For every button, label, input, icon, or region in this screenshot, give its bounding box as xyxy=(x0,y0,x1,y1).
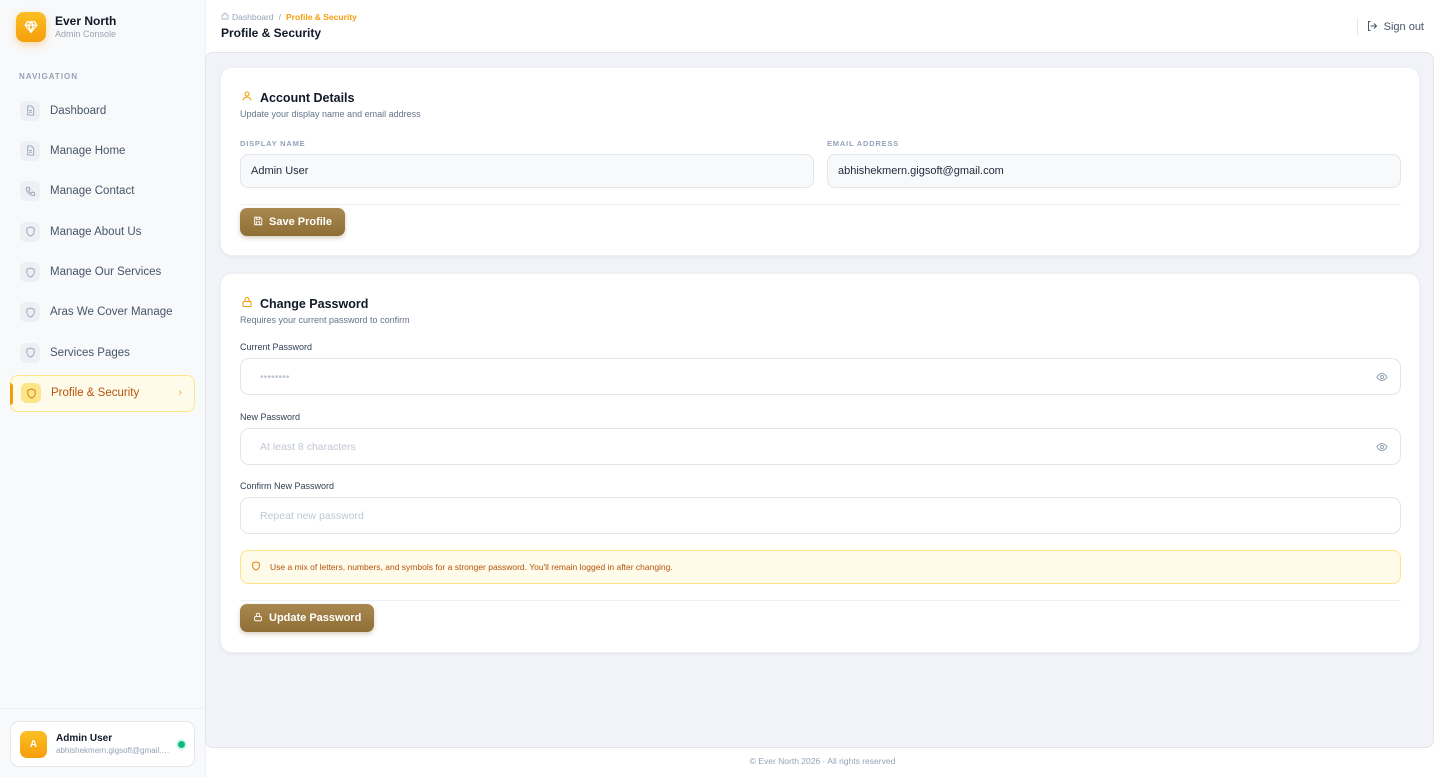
password-tip: Use a mix of letters, numbers, and symbo… xyxy=(240,550,1401,584)
sign-out-button[interactable]: Sign out xyxy=(1356,18,1424,36)
confirm-password-field[interactable]: Repeat new password xyxy=(240,497,1401,534)
email-address-label: EMAIL ADDRESS xyxy=(827,139,900,148)
shield-icon xyxy=(20,262,40,283)
sidebar-item-label: Manage Home xyxy=(50,144,126,157)
sidebar-item-dashboard[interactable]: Dashboard xyxy=(10,92,195,129)
sidebar-item-services-pages[interactable]: Services Pages xyxy=(10,334,195,371)
online-status-icon xyxy=(178,741,185,748)
main-panel: Account Details Update your display name… xyxy=(205,52,1434,748)
breadcrumb-current: Profile & Security xyxy=(285,12,357,22)
home-icon xyxy=(221,12,229,22)
footer: © Ever North 2026 · All rights reserved xyxy=(749,756,896,766)
page-title: Profile & Security xyxy=(221,26,322,40)
account-details-subtitle: Update your display name and email addre… xyxy=(240,109,421,119)
sidebar-item-label: Dashboard xyxy=(50,104,107,117)
confirm-password-label: Confirm New Password xyxy=(240,481,335,491)
sidebar-item-manage-home[interactable]: Manage Home xyxy=(10,132,195,169)
display-name-field[interactable]: Admin User xyxy=(240,154,814,188)
sidebar: Ever North Admin Console NAVIGATION Dash… xyxy=(0,0,206,777)
user-name: Admin User xyxy=(56,733,113,744)
document-icon xyxy=(20,100,40,121)
change-password-card: Change Password Requires your current pa… xyxy=(220,273,1420,653)
shield-icon xyxy=(20,342,40,363)
diamond-logo-icon xyxy=(16,12,46,42)
new-password-placeholder: At least 8 characters xyxy=(260,440,356,453)
sidebar-item-manage-contact[interactable]: Manage Contact xyxy=(10,173,195,210)
sidebar-item-areas-we-cover[interactable]: Aras We Cover Manage xyxy=(10,294,195,331)
confirm-password-placeholder: Repeat new password xyxy=(260,509,364,522)
sidebar-item-label: Manage About Us xyxy=(50,225,142,238)
breadcrumb-separator: / xyxy=(278,12,281,22)
save-profile-label: Save Profile xyxy=(269,216,332,228)
change-password-subtitle: Requires your current password to confir… xyxy=(240,315,410,325)
new-password-label: New Password xyxy=(240,412,301,422)
account-details-card: Account Details Update your display name… xyxy=(220,67,1420,256)
lock-icon xyxy=(253,612,263,625)
sidebar-item-profile-security[interactable]: Profile & Security › xyxy=(10,374,195,412)
sign-out-icon xyxy=(1366,20,1378,35)
eye-icon[interactable] xyxy=(1376,371,1388,386)
sidebar-divider xyxy=(0,708,206,709)
update-password-button[interactable]: Update Password xyxy=(240,604,375,632)
brand-name: Ever North xyxy=(55,14,117,28)
current-password-placeholder: •••••••• xyxy=(260,370,290,383)
email-field[interactable]: abhishekmern.gigsoft@gmail.com xyxy=(827,154,1401,188)
breadcrumb: Dashboard / Profile & Security xyxy=(221,12,357,22)
phone-icon xyxy=(20,181,40,202)
chevron-right-icon: › xyxy=(178,386,182,398)
save-icon xyxy=(253,216,263,229)
change-password-title: Change Password xyxy=(260,297,369,311)
shield-icon xyxy=(21,383,41,404)
eye-icon[interactable] xyxy=(1376,441,1388,456)
nav-heading: NAVIGATION xyxy=(19,72,79,81)
update-password-label: Update Password xyxy=(269,612,362,624)
display-name-label: DISPLAY NAME xyxy=(240,139,306,148)
sign-out-label: Sign out xyxy=(1383,21,1424,33)
account-details-title: Account Details xyxy=(260,91,355,105)
brand[interactable]: Ever North Admin Console xyxy=(16,12,116,42)
user-email: abhishekmern.gigsoft@gmail.com xyxy=(56,746,172,755)
shield-icon xyxy=(251,558,261,576)
lock-icon xyxy=(241,295,253,313)
document-icon xyxy=(20,140,40,161)
sidebar-item-manage-our-services[interactable]: Manage Our Services xyxy=(10,254,195,291)
sidebar-item-label: Manage Contact xyxy=(50,185,135,198)
brand-subtitle: Admin Console xyxy=(55,29,117,39)
nav-list: Dashboard Manage Home Manage Contact Man… xyxy=(10,92,195,415)
new-password-field[interactable]: At least 8 characters xyxy=(240,428,1401,465)
shield-icon xyxy=(20,221,40,242)
divider xyxy=(240,204,1401,205)
shield-icon xyxy=(20,302,40,323)
sidebar-item-label: Services Pages xyxy=(50,346,130,359)
save-profile-button[interactable]: Save Profile xyxy=(240,208,345,236)
sidebar-item-manage-about-us[interactable]: Manage About Us xyxy=(10,213,195,250)
user-card[interactable]: A Admin User abhishekmern.gigsoft@gmail.… xyxy=(10,721,195,767)
user-icon xyxy=(241,89,253,107)
current-password-field[interactable]: •••••••• xyxy=(240,358,1401,395)
breadcrumb-dashboard-link[interactable]: Dashboard xyxy=(232,12,274,22)
avatar: A xyxy=(20,730,47,758)
sidebar-item-label: Profile & Security xyxy=(51,387,140,400)
sidebar-item-label: Manage Our Services xyxy=(50,266,162,279)
divider xyxy=(240,600,1401,601)
current-password-label: Current Password xyxy=(240,342,313,352)
sidebar-item-label: Aras We Cover Manage xyxy=(50,306,173,319)
password-tip-text: Use a mix of letters, numbers, and symbo… xyxy=(270,562,673,572)
